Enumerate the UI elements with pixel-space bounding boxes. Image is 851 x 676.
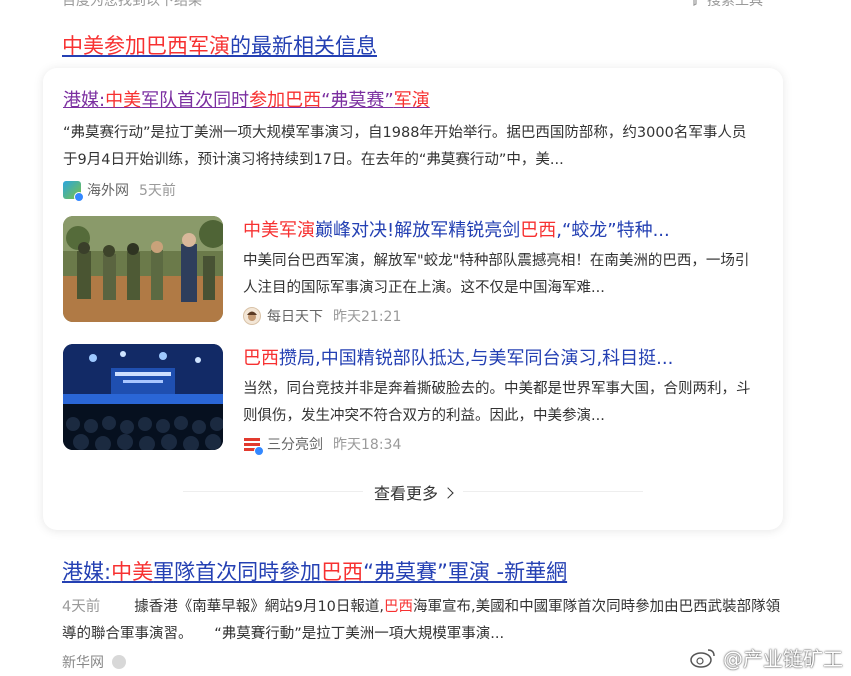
search-tools-label: 搜索工具 (707, 0, 763, 9)
weibo-watermark: @产业链矿工 (689, 643, 843, 672)
title-text: 港媒: (62, 560, 112, 584)
divider (463, 491, 643, 492)
news-item-3-abstract: 当然，同台竞技并非是奔着撕破脸去的。中美都是世界军事大国，合则两利，斗则俱伤，发… (243, 381, 751, 424)
verified-badge-icon (254, 446, 264, 456)
title-text: 巅峰对决!解放军精锐亮剑 (315, 220, 521, 241)
news-item-1-title[interactable]: 港媒:中美军队首次同时参加巴西“弗莫赛”军演 (63, 86, 763, 112)
title-text: 港媒: (63, 90, 106, 111)
weibo-logo-icon (690, 648, 715, 668)
result-date: 4天前 (62, 599, 101, 615)
news-card: 港媒:中美军队首次同时参加巴西“弗莫赛”军演 “弗莫赛行动”是拉丁美洲一项大规模… (43, 68, 783, 530)
soldiers-image (63, 216, 223, 322)
title-text: “弗莫赛” (321, 90, 394, 111)
news-item-3-title[interactable]: 巴西攒局,中国精锐部队抵达,与美军同台演习,科目挺... (243, 344, 763, 370)
source-name[interactable]: 海外网 (87, 180, 129, 200)
title-highlight: 军演 (393, 90, 430, 111)
news-section-title[interactable]: 中美参加巴西军演的最新相关信息 (62, 30, 377, 60)
news-item-1-source: 海外网 5天前 (63, 180, 763, 202)
news-item-2-title[interactable]: 中美军演巅峰对决!解放军精锐亮剑巴西,“蛟龙”特种... (243, 216, 763, 242)
publish-time: 昨天21:21 (333, 309, 402, 325)
news-item-1: 港媒:中美军队首次同时参加巴西“弗莫赛”军演 “弗莫赛行动”是拉丁美洲一项大规模… (63, 86, 763, 202)
search-tools-button[interactable]: 搜索工具 (689, 0, 763, 10)
abstract-part-1: 據香港《南華早報》網站9月10日報道, (134, 599, 385, 615)
news-title-rest: 的最新相关信息 (230, 34, 377, 58)
news-item-2-abstract: 中美同台巴西军演，解放军"蛟龙"特种部队震撼亮相！在南美洲的巴西，一场引人注目的… (243, 253, 750, 296)
publish-time: 5天前 (139, 183, 176, 199)
news-item-2: 中美军演巅峰对决!解放军精锐亮剑巴西,“蛟龙”特种... 中美同台巴西军演，解放… (63, 216, 763, 325)
conference-image (63, 344, 223, 450)
title-highlight: 巴西 (520, 220, 557, 241)
watermark-text: @产业链矿工 (723, 647, 843, 671)
news-item-3-source: 三分亮剑 昨天18:34 (243, 434, 763, 456)
search-result-2-title[interactable]: 港媒:中美軍隊首次同時參加巴西“弗莫賽”軍演 -新華網 (62, 556, 782, 586)
abstract-highlight: 巴西 (384, 599, 414, 615)
verified-badge-icon (74, 192, 84, 202)
news-item-1-abstract: “弗莫赛行动”是拉丁美洲一项大规模军事演习，自1988年开始举行。据巴西国防部称… (63, 125, 747, 168)
title-highlight: 巴西 (321, 560, 364, 584)
search-result-2-abstract: 4天前 據香港《南華早報》網站9月10日報道,巴西海軍宣布,美國和中國軍隊首次同時… (62, 594, 782, 648)
source-name[interactable]: 新华网 (62, 652, 104, 672)
search-result-2: 港媒:中美軍隊首次同時參加巴西“弗莫賽”軍演 -新華網 4天前 據香港《南華早報》… (62, 556, 782, 672)
meiritianxia-avatar-icon (243, 307, 261, 325)
results-info-bar: 百度为您找到以下结果 搜索工具 (62, 0, 763, 10)
conference-thumbnail[interactable] (63, 344, 223, 450)
haiwainet-logo-icon (63, 181, 84, 202)
news-item-2-source: 每日天下 昨天21:21 (243, 306, 763, 326)
divider (183, 491, 363, 492)
title-text: 軍隊首次同時參加 (153, 560, 322, 584)
news-title-highlight: 中美参加巴西军演 (62, 34, 230, 58)
view-more-button[interactable]: 查看更多 (43, 480, 783, 504)
safety-shield-icon[interactable] (112, 655, 126, 669)
title-highlight: 中美军演 (243, 220, 315, 241)
title-highlight: 中美 (111, 560, 154, 584)
title-highlight: 参加巴西 (249, 90, 322, 111)
results-count-text: 百度为您找到以下结果 (62, 0, 202, 9)
view-more-label: 查看更多 (373, 484, 438, 503)
title-highlight: 中美 (105, 90, 142, 111)
funnel-icon (693, 0, 697, 6)
title-text: “弗莫賽”軍演 -新華網 (363, 560, 568, 584)
news-item-3: 巴西攒局,中国精锐部队抵达,与美军同台演习,科目挺... 当然，同台竞技并非是奔… (63, 344, 763, 456)
soldiers-thumbnail[interactable] (63, 216, 223, 322)
publish-time: 昨天18:34 (333, 437, 402, 453)
search-result-2-source: 新华网 (62, 652, 782, 672)
chevron-right-icon (442, 487, 454, 499)
title-highlight: 巴西 (243, 348, 279, 369)
source-name[interactable]: 三分亮剑 (267, 434, 323, 454)
title-text: 攒局,中国精锐部队抵达,与美军同台演习,科目挺... (279, 348, 674, 369)
sanfenliangjian-logo-icon (243, 435, 264, 456)
source-name[interactable]: 每日天下 (267, 306, 323, 326)
title-text: ,“蛟龙”特种... (556, 220, 670, 241)
title-text: 军队首次同时 (141, 90, 250, 111)
